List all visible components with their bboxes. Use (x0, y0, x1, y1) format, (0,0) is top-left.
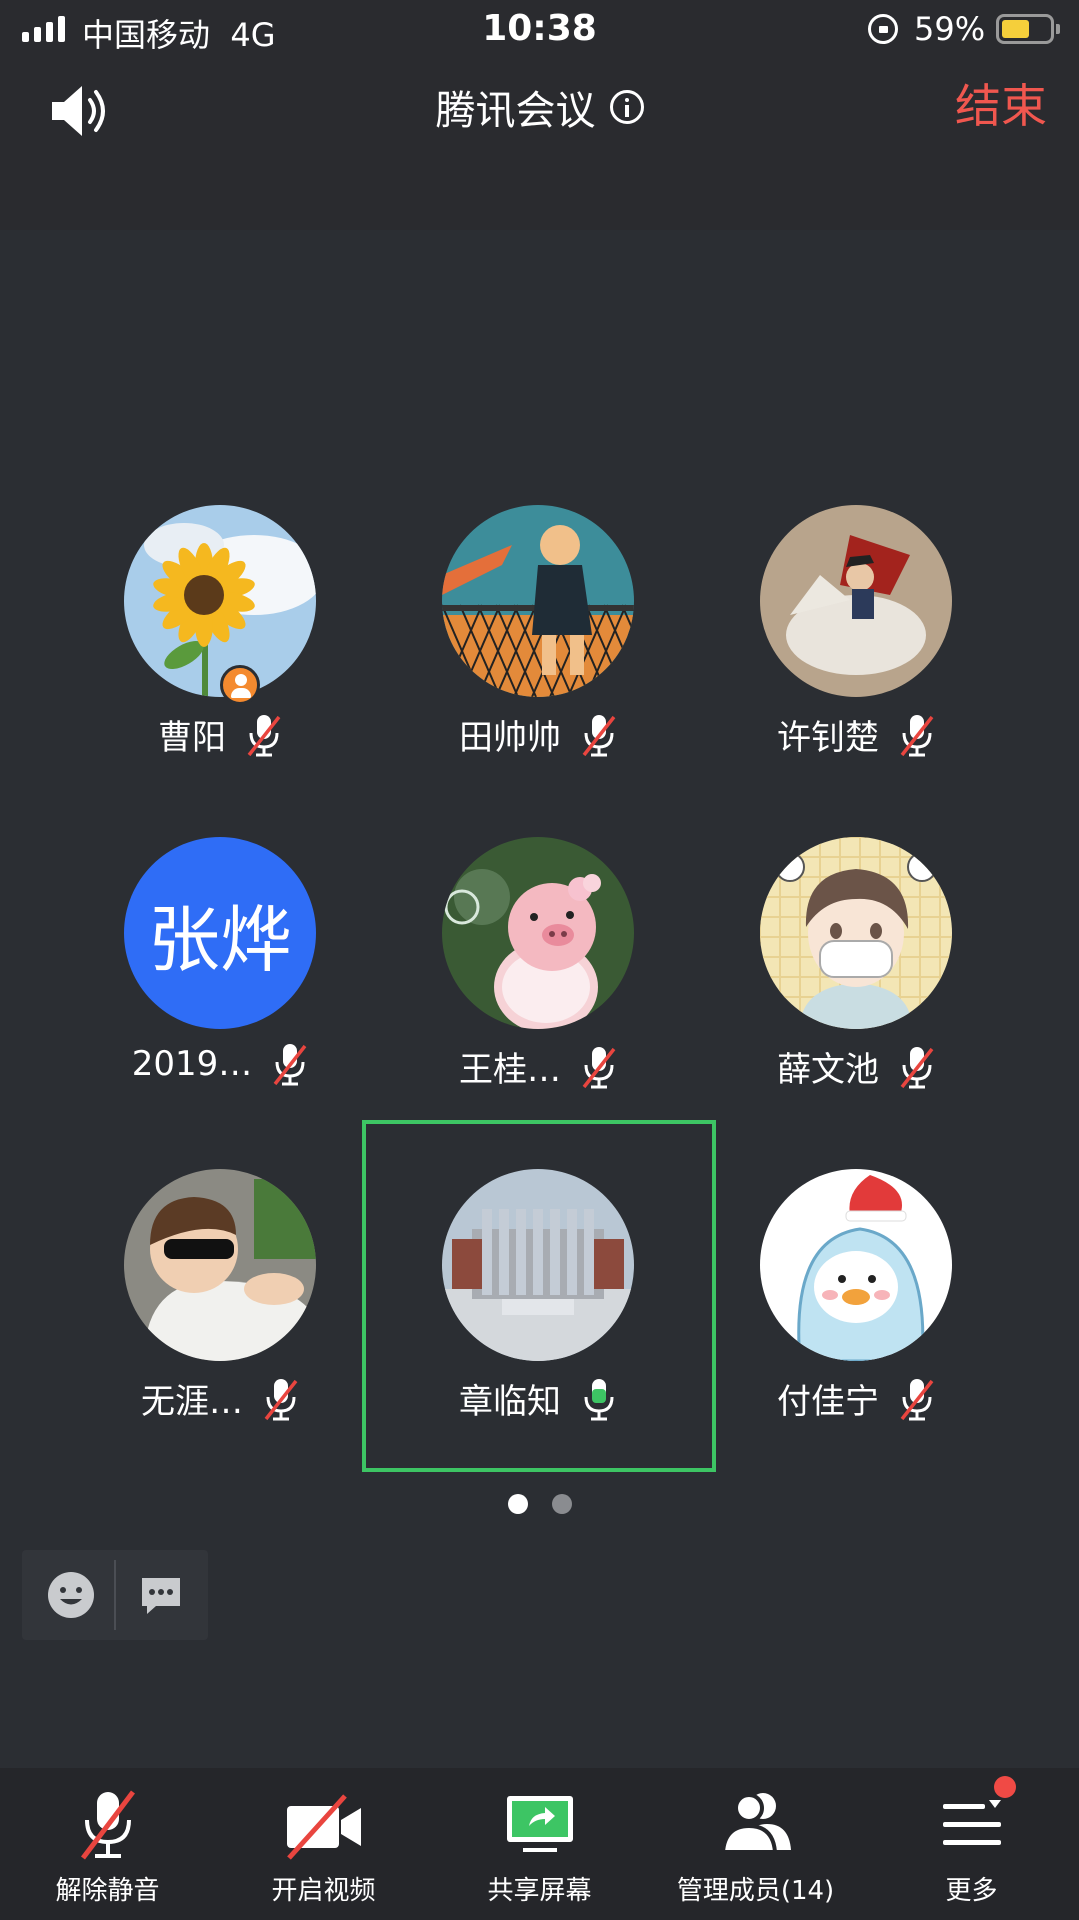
page-dot-1[interactable] (507, 1494, 528, 1514)
participant-name-row: 王桂… (378, 1042, 698, 1091)
more-label: 更多 (945, 1876, 998, 1906)
participant-name: 曹阳 (158, 718, 226, 758)
participant-tile[interactable]: 王桂… (378, 837, 698, 1137)
mic-muted-icon (264, 1378, 298, 1420)
participant-name-row: 薛文池 (696, 1042, 1016, 1091)
participant-name-row: 无涯… (60, 1374, 380, 1423)
chat-icon[interactable] (138, 1572, 184, 1618)
page-indicator[interactable] (0, 1494, 1079, 1514)
title-text: 腾讯会议 (435, 88, 596, 134)
participant-tile[interactable]: 许钊楚 (696, 505, 1016, 805)
participant-tile[interactable]: 付佳宁 (696, 1169, 1016, 1469)
participant-name-row: 田帅帅 (378, 710, 698, 759)
participant-name: 田帅帅 (459, 718, 561, 758)
participant-name-row: 付佳宁 (696, 1374, 1016, 1423)
bottom-toolbar: 解除静音 开启视频 共享屏幕 管理成员(14) 更多 (0, 1768, 1079, 1920)
participant-tile[interactable]: 曹阳 (60, 505, 380, 805)
mic-muted-icon (247, 714, 281, 756)
notification-dot (994, 1776, 1016, 1798)
avatar-text: 张烨 (147, 897, 292, 982)
participant-name-row: 许钊楚 (696, 710, 1016, 759)
participant-name-row: 2019… (60, 1042, 380, 1086)
share-label: 共享屏幕 (487, 1876, 592, 1906)
meeting-header: 腾讯会议 结束 (0, 60, 1079, 230)
participant-tile[interactable]: 张烨 2019… (60, 837, 380, 1137)
more-button[interactable]: 更多 (864, 1768, 1079, 1920)
host-badge-icon (220, 665, 260, 705)
participant-tile[interactable]: 田帅帅 (378, 505, 698, 805)
mic-muted-icon (900, 714, 934, 756)
page-dot-2[interactable] (551, 1494, 572, 1514)
emoji-icon[interactable] (46, 1570, 96, 1620)
unmute-button[interactable]: 解除静音 (0, 1768, 215, 1920)
participant-tile[interactable]: 无涯… (60, 1169, 380, 1469)
participant-name: 付佳宁 (777, 1382, 879, 1422)
participant-name: 薛文池 (777, 1050, 879, 1090)
members-label: 管理成员(14) (676, 1876, 835, 1906)
avatar (124, 1169, 316, 1361)
avatar (760, 505, 952, 697)
rotation-lock-icon (868, 14, 898, 44)
participant-tile[interactable]: 薛文池 (696, 837, 1016, 1137)
start-video-button[interactable]: 开启视频 (216, 1768, 431, 1920)
active-speaker-frame (362, 1120, 716, 1472)
participant-name: 王桂… (459, 1050, 561, 1090)
participant-name: 2019… (131, 1044, 253, 1084)
battery-level (1002, 20, 1030, 38)
battery-percent: 59% (914, 10, 986, 48)
avatar (760, 1169, 952, 1361)
avatar (442, 505, 634, 697)
end-meeting-button[interactable]: 结束 (955, 70, 1047, 136)
avatar (760, 837, 952, 1029)
unmute-label: 解除静音 (55, 1876, 160, 1906)
participant-name-row: 曹阳 (60, 710, 380, 759)
avatar (124, 505, 316, 697)
mic-muted-icon (273, 1044, 307, 1086)
video-off-icon (286, 1794, 361, 1860)
manage-members-button[interactable]: 管理成员(14) (648, 1768, 863, 1920)
reaction-chat-bar (22, 1550, 208, 1640)
mic-off-icon (80, 1790, 135, 1860)
mic-muted-icon (582, 1046, 616, 1088)
share-screen-button[interactable]: 共享屏幕 (432, 1768, 647, 1920)
avatar (442, 837, 634, 1029)
video-label: 开启视频 (271, 1876, 376, 1906)
members-icon (720, 1793, 791, 1854)
more-menu-icon (942, 1800, 1001, 1845)
meeting-title[interactable]: 腾讯会议 (0, 78, 1079, 136)
status-bar: 中国移动 4G 10:38 59% (0, 0, 1079, 60)
avatar: 张烨 (124, 837, 316, 1029)
mic-muted-icon (582, 714, 616, 756)
info-icon[interactable] (609, 90, 644, 124)
share-screen-icon (506, 1796, 573, 1852)
battery-icon (996, 14, 1054, 44)
participant-name: 许钊楚 (777, 718, 879, 758)
mic-muted-icon (900, 1046, 934, 1088)
participant-name: 无涯… (141, 1382, 243, 1422)
mic-muted-icon (900, 1378, 934, 1420)
